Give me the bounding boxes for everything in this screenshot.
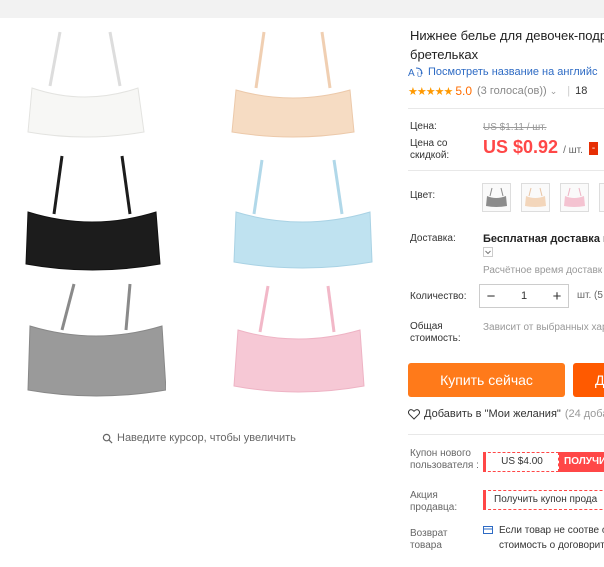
heart-icon: [408, 408, 420, 420]
total-value: Зависит от выбранных хар: [483, 322, 604, 333]
svg-text:Ü: Ü: [417, 71, 422, 78]
bra-body: [233, 211, 373, 269]
add-to-cart-button[interactable]: Д: [573, 363, 604, 397]
bra-body: [27, 325, 166, 397]
product-image-grey[interactable]: [26, 280, 166, 400]
rating-votes: (3 голоса(ов)): [477, 85, 547, 97]
seller-coupon-button[interactable]: Получить купон прода: [483, 490, 604, 510]
quantity-unit: шт. (5: [577, 290, 603, 301]
color-swatch-more[interactable]: [599, 183, 604, 212]
color-swatch-pink[interactable]: [560, 183, 589, 212]
coupon-label: Купон нового пользователя :: [410, 448, 479, 471]
rating-row[interactable]: ★★★★★ 5.0 (3 голоса(ов)) ⌄ | 18: [408, 84, 587, 98]
shipping-title[interactable]: Бесплатная доставка в: [483, 233, 604, 245]
zoom-hint-text: Наведите курсор, чтобы увеличить: [117, 432, 296, 444]
original-price: US $1.11 / шт.: [483, 122, 547, 133]
product-image-light-blue[interactable]: [232, 156, 374, 274]
price-label: Цена:: [410, 121, 437, 132]
quantity-minus-button[interactable]: −: [480, 288, 502, 305]
wishlist-button[interactable]: Добавить в "Мои желания" (24 доба: [408, 408, 604, 420]
quantity-input[interactable]: 1: [502, 290, 546, 302]
total-label: Общая стоимость:: [410, 321, 461, 344]
zoom-hint: Наведите курсор, чтобы увеличить: [102, 432, 296, 444]
returns-text: Если товар не соотве оплатие стоимость о…: [499, 525, 604, 551]
divider: [408, 170, 604, 171]
wishlist-text: Добавить в "Мои желания": [424, 408, 561, 420]
product-info-panel: Нижнее белье для девочек-подр на бретель…: [395, 18, 604, 567]
translate-icon: AÜ: [408, 67, 423, 78]
magnifier-icon: [102, 433, 113, 444]
product-image-black[interactable]: [22, 152, 162, 274]
chevron-down-icon[interactable]: [483, 247, 493, 259]
stars-icon: ★★★★★: [408, 85, 453, 98]
returns-label: Возврат товара: [410, 528, 448, 551]
rating-score: 5.0: [455, 84, 472, 98]
orders-count: 18: [575, 85, 588, 97]
translate-link-text: Посмотреть название на английс: [428, 66, 598, 78]
discount-price-label: Цена со скидкой:: [410, 138, 450, 161]
get-coupon-button[interactable]: ПОЛУЧИ: [559, 452, 604, 472]
chevron-down-icon: ⌄: [549, 85, 558, 96]
color-label: Цвет:: [410, 190, 436, 201]
return-policy-icon: [483, 526, 493, 534]
svg-text:A: A: [408, 68, 415, 78]
top-bar: [0, 0, 604, 18]
color-swatch-grey[interactable]: [482, 183, 511, 212]
discount-price: US $0.92 / шт. -: [483, 137, 599, 158]
buy-now-button[interactable]: Купить сейчас: [408, 363, 565, 397]
divider: [408, 108, 604, 109]
discount-badge: -: [588, 142, 599, 155]
divider: |: [567, 85, 571, 97]
bra-body: [233, 329, 365, 393]
estimated-delivery: Расчётное время доставк: [483, 265, 603, 276]
product-image-beige[interactable]: [226, 26, 361, 144]
product-title: Нижнее белье для девочек-подр на бретель…: [410, 28, 604, 62]
bra-body: [25, 211, 161, 271]
bra-body: [27, 87, 145, 138]
seller-promo-label: Акция продавца:: [410, 490, 458, 513]
delivery-label: Доставка:: [410, 233, 456, 244]
color-swatch-beige[interactable]: [521, 183, 550, 212]
product-image-white[interactable]: [20, 26, 150, 144]
bra-body: [231, 89, 355, 138]
quantity-stepper: − 1 +: [479, 284, 569, 308]
divider: [408, 434, 604, 435]
translate-link[interactable]: AÜ Посмотреть название на английс: [408, 66, 597, 78]
quantity-label: Количество:: [410, 291, 467, 302]
price-unit: / шт.: [563, 145, 583, 156]
wishlist-count: (24 доба: [564, 408, 604, 420]
discount-price-value: US $0.92: [483, 137, 559, 157]
product-image-pink[interactable]: [230, 282, 366, 398]
product-gallery: Наведите курсор, чтобы увеличить: [0, 18, 395, 567]
coupon-value: US $4.00: [483, 452, 559, 472]
quantity-plus-button[interactable]: +: [546, 288, 568, 305]
